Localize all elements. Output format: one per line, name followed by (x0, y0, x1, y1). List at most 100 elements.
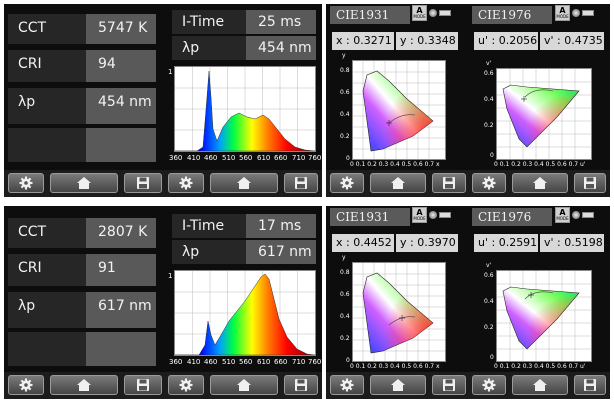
mode-word: MODE (556, 216, 569, 221)
cie1976-x-tick: 0.1 (499, 363, 510, 370)
save-icon (295, 177, 307, 189)
cie1976-x-letter: u' (580, 161, 586, 168)
cie1931-y-letter: y (342, 52, 346, 59)
cie1976-x-tick: 0.1 (499, 161, 510, 168)
u-coordinate-readout: u' : 0.2056 (474, 32, 538, 50)
save-icon (443, 177, 455, 189)
settings-button[interactable] (330, 375, 364, 395)
spectrum-x-tick: 760 (308, 358, 322, 366)
cie1976-x-tick: 0.3 (522, 363, 533, 370)
cie1931-x-tick: 0.1 (355, 363, 366, 370)
cie1931-diagram (352, 262, 446, 362)
cie1976-y-letter: v' (486, 262, 492, 269)
peak-wavelength-label: λp (8, 292, 86, 328)
settings-button[interactable] (472, 173, 506, 193)
gear-icon (19, 378, 33, 392)
battery-icon (582, 212, 594, 218)
empty-value-slot (86, 128, 156, 162)
cie1976-x-tick: 0.2 (511, 363, 521, 370)
home-button[interactable] (50, 375, 118, 395)
home-button[interactable] (512, 173, 568, 193)
save-button[interactable] (124, 173, 162, 193)
peak-wavelength-value-2: 454 nm (246, 36, 316, 60)
cie1976-x-axis-labels: 0 0.1 0.2 0.3 0.4 0.5 0.6 0.7 u' (494, 363, 585, 371)
cie1976-y-tick: 0.2 (484, 122, 494, 129)
save-button[interactable] (284, 173, 318, 193)
spectrum-x-tick: 560 (239, 154, 253, 162)
bottom-toolbar (326, 170, 610, 197)
cie1976-x-tick: 0.7 (568, 363, 579, 370)
cie1976-diagram (496, 68, 592, 160)
spectrum-x-tick: 410 (187, 358, 201, 366)
home-button[interactable] (210, 375, 278, 395)
gear-icon (482, 378, 496, 392)
settings-button[interactable] (330, 173, 364, 193)
cie1931-y-tick: 0.2 (340, 133, 350, 140)
cie1931-y-tick: 0.6 (340, 291, 350, 298)
battery-icon (439, 10, 451, 16)
cie1976-y-tick: 0.6 (484, 272, 494, 279)
cct-label: CCT (8, 14, 86, 44)
cri-value: 91 (86, 254, 156, 286)
save-icon (584, 379, 596, 391)
x-coordinate-readout: x : 0.4452 (332, 234, 394, 252)
home-button[interactable] (512, 375, 568, 395)
save-button[interactable] (124, 375, 162, 395)
cie1976-x-tick: 0.5 (545, 161, 556, 168)
cie1931-x-tick: 0.1 (355, 161, 366, 168)
home-button[interactable] (210, 173, 278, 193)
home-button[interactable] (50, 173, 118, 193)
u-coordinate-readout: u' : 0.2591 (474, 234, 538, 252)
cie1976-y-tick: 0 (490, 354, 494, 361)
integration-time-value: 17 ms (246, 214, 316, 238)
spectrum-x-tick: 660 (274, 358, 288, 366)
mode-word: MODE (413, 216, 426, 221)
save-button[interactable] (574, 173, 606, 193)
spectrum-plot (174, 270, 316, 356)
save-button[interactable] (574, 375, 606, 395)
cie1931-x-tick: 0.3 (378, 161, 389, 168)
home-button[interactable] (370, 375, 426, 395)
cie1931-x-axis-labels: 0 0.1 0.2 0.3 0.4 0.5 0.6 0.7 x (350, 161, 440, 169)
cie1976-x-tick: 0.4 (534, 363, 544, 370)
peak-wavelength-value: 617 nm (86, 292, 156, 328)
save-icon (137, 379, 149, 391)
spectrum-x-tick: 710 (292, 154, 306, 162)
empty-value-slot (86, 332, 156, 366)
cie1931-y-tick: 0.8 (340, 67, 350, 74)
gear-icon (482, 176, 496, 190)
cie1976-x-tick: 0.6 (557, 363, 567, 370)
knob-icon (429, 211, 437, 219)
home-button[interactable] (370, 173, 426, 193)
cie1931-y-tick: 0.4 (340, 111, 350, 118)
peak-wavelength-value-2: 617 nm (246, 240, 316, 264)
knob-icon (429, 9, 437, 17)
cie1931-y-letter: y (342, 254, 346, 261)
cie1976-y-tick: 0.6 (484, 70, 494, 77)
cie1931-diagram (352, 60, 446, 160)
gear-icon (179, 378, 193, 392)
settings-button[interactable] (168, 375, 204, 395)
settings-button[interactable] (168, 173, 204, 193)
save-button[interactable] (432, 173, 466, 193)
home-icon (77, 177, 91, 189)
mode-word: MODE (556, 14, 569, 19)
cie1931-x-tick: 0.2 (367, 161, 377, 168)
home-icon (237, 177, 251, 189)
settings-button[interactable] (8, 375, 44, 395)
cie1931-x-tick: 0.3 (378, 363, 389, 370)
cie1931-x-tick: 0.5 (401, 161, 412, 168)
bottom-toolbar (326, 372, 610, 399)
cie1976-x-tick: 0.6 (557, 161, 567, 168)
cie1976-x-tick: 0.4 (534, 161, 544, 168)
save-button[interactable] (284, 375, 318, 395)
settings-button[interactable] (472, 375, 506, 395)
save-icon (137, 177, 149, 189)
chromaticity-screen-1: CIE1931 A MODE CIE1976 A MODE x : 0.3271 y… (326, 4, 610, 197)
cie1931-x-tick: 0.7 (424, 161, 435, 168)
save-button[interactable] (432, 375, 466, 395)
save-icon (443, 379, 455, 391)
cie1976-diagram (496, 270, 592, 362)
cie1931-y-tick: 0.2 (340, 335, 350, 342)
settings-button[interactable] (8, 173, 44, 193)
